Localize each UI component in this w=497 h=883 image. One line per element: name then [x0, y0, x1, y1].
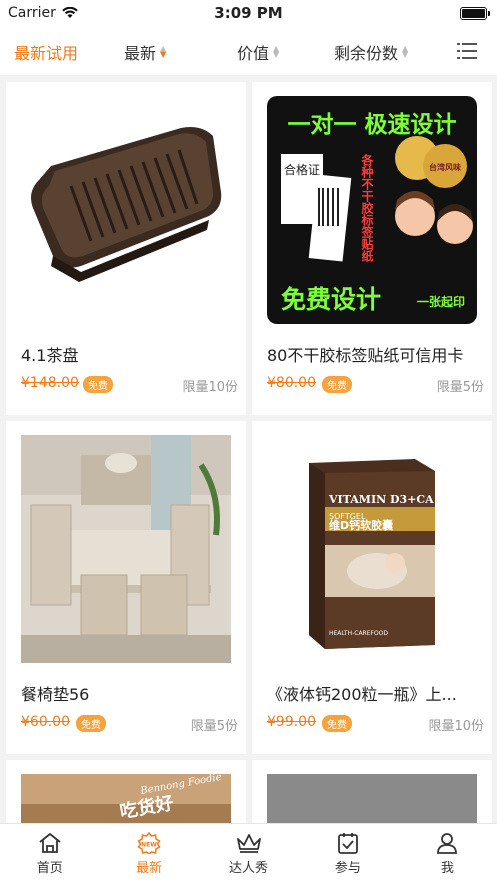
tea-tray-image	[21, 96, 231, 324]
filter-value[interactable]: 价值 ▲ ▼	[237, 40, 279, 64]
sticker-ad-image: 一对一 极速设计 合格证 各种不干胶标签贴纸 台湾风味 免费设计 一张起印	[267, 96, 477, 324]
tab-participate[interactable]: 参与	[298, 824, 397, 883]
home-icon	[39, 833, 61, 853]
tab-participate-label: 参与	[334, 861, 361, 876]
tab-home-label: 首页	[36, 861, 63, 876]
product-price: ¥60.00	[21, 714, 70, 730]
vitamin-brand-text: VITAMIN D3+CA	[328, 493, 434, 506]
sort-arrows-icon: ▲ ▼	[273, 44, 280, 59]
status-left: Carrier	[8, 5, 78, 21]
free-badge: 免费	[83, 376, 113, 393]
product-card[interactable]: 餐椅垫56 ¥60.00 免费 限量5份	[6, 421, 246, 754]
filter-remaining-label: 剩余份数	[334, 44, 399, 63]
tab-talent[interactable]: 达人秀	[199, 824, 298, 883]
product-image	[21, 96, 231, 324]
sticker-top-text: 一对一 极速设计	[287, 111, 456, 138]
filter-bar: 最新试用 最新 ▲ ▼ 价值 ▲ ▼ 剩余份数 ▲ ▼	[0, 26, 497, 76]
status-bar: Carrier 3:09 PM	[0, 0, 497, 26]
filter-latest-trial[interactable]: 最新试用	[14, 40, 78, 64]
product-title: 80不干胶标签贴纸可信用卡	[267, 346, 464, 365]
carrier-label: Carrier	[8, 5, 56, 21]
vitamin-footer-text: HEALTH-CAREFOOD	[329, 630, 388, 637]
battery-icon	[460, 6, 490, 20]
new-badge-text: NEW	[141, 842, 157, 849]
filter-newest-label: 最新	[124, 44, 157, 63]
tab-me[interactable]: 我	[398, 824, 497, 883]
filter-latest-trial-label: 最新试用	[14, 44, 79, 63]
free-badge: 免费	[76, 715, 106, 732]
sticker-bottom-small-text: 一张起印	[417, 294, 465, 309]
seal-text: 台湾风味	[429, 162, 461, 172]
product-image: 一对一 极速设计 合格证 各种不干胶标签贴纸 台湾风味 免费设计 一张起印	[267, 96, 477, 324]
product-image: VITAMIN D3+CA SOFTGEL 维D钙软胶囊 HEALTH-CARE…	[267, 435, 477, 663]
tab-bar: 首页 NEW 最新 达人秀 参与 我	[0, 823, 497, 883]
product-image	[21, 435, 231, 663]
product-card[interactable]: 一对一 极速设计 合格证 各种不干胶标签贴纸 台湾风味 免费设计 一张起印 80…	[252, 82, 492, 415]
tab-newest[interactable]: NEW 最新	[99, 824, 198, 883]
vitamin-box-image: VITAMIN D3+CA SOFTGEL 维D钙软胶囊 HEALTH-CARE…	[267, 435, 477, 663]
new-icon: NEW	[137, 832, 161, 854]
filter-value-label: 价值	[237, 44, 270, 63]
product-title: 《液体钙200粒一瓶》上...	[267, 685, 457, 704]
product-price: ¥80.00	[267, 375, 316, 391]
product-price: ¥99.00	[267, 714, 316, 730]
product-card[interactable]: 4.1茶盘 ¥148.00 免费 限量10份	[6, 82, 246, 415]
product-card[interactable]: VITAMIN D3+CA SOFTGEL 维D钙软胶囊 HEALTH-CARE…	[252, 421, 492, 754]
wifi-icon	[62, 7, 78, 18]
product-title: 4.1茶盘	[21, 346, 79, 365]
crown-icon	[236, 834, 261, 853]
free-badge: 免费	[322, 376, 352, 393]
product-limit: 限量5份	[436, 380, 484, 395]
product-price: ¥148.00	[21, 375, 79, 391]
tab-newest-label: 最新	[136, 861, 163, 876]
sticker-vertical-text: 各种不干胶标签贴纸	[360, 153, 374, 263]
calendar-check-icon	[338, 833, 358, 854]
sort-arrows-icon: ▲ ▼	[160, 44, 167, 59]
list-menu-icon[interactable]	[457, 42, 477, 60]
product-limit: 限量10份	[428, 719, 484, 734]
filter-remaining[interactable]: 剩余份数 ▲ ▼	[334, 40, 408, 64]
sticker-bottom-text: 免费设计	[281, 285, 381, 314]
product-limit: 限量10份	[182, 380, 238, 395]
free-badge: 免费	[322, 715, 352, 732]
tab-home[interactable]: 首页	[0, 824, 99, 883]
user-icon	[437, 833, 458, 854]
filter-newest[interactable]: 最新 ▲ ▼	[124, 40, 166, 64]
tab-talent-label: 达人秀	[229, 861, 269, 876]
product-limit: 限量5份	[190, 719, 238, 734]
tab-me-label: 我	[440, 861, 454, 876]
certificate-label: 合格证	[284, 162, 320, 177]
product-title: 餐椅垫56	[21, 685, 90, 704]
vitamin-cn-text: 维D钙软胶囊	[329, 518, 394, 532]
sort-arrows-icon: ▲ ▼	[402, 44, 409, 59]
dining-chairs-image	[21, 435, 231, 663]
